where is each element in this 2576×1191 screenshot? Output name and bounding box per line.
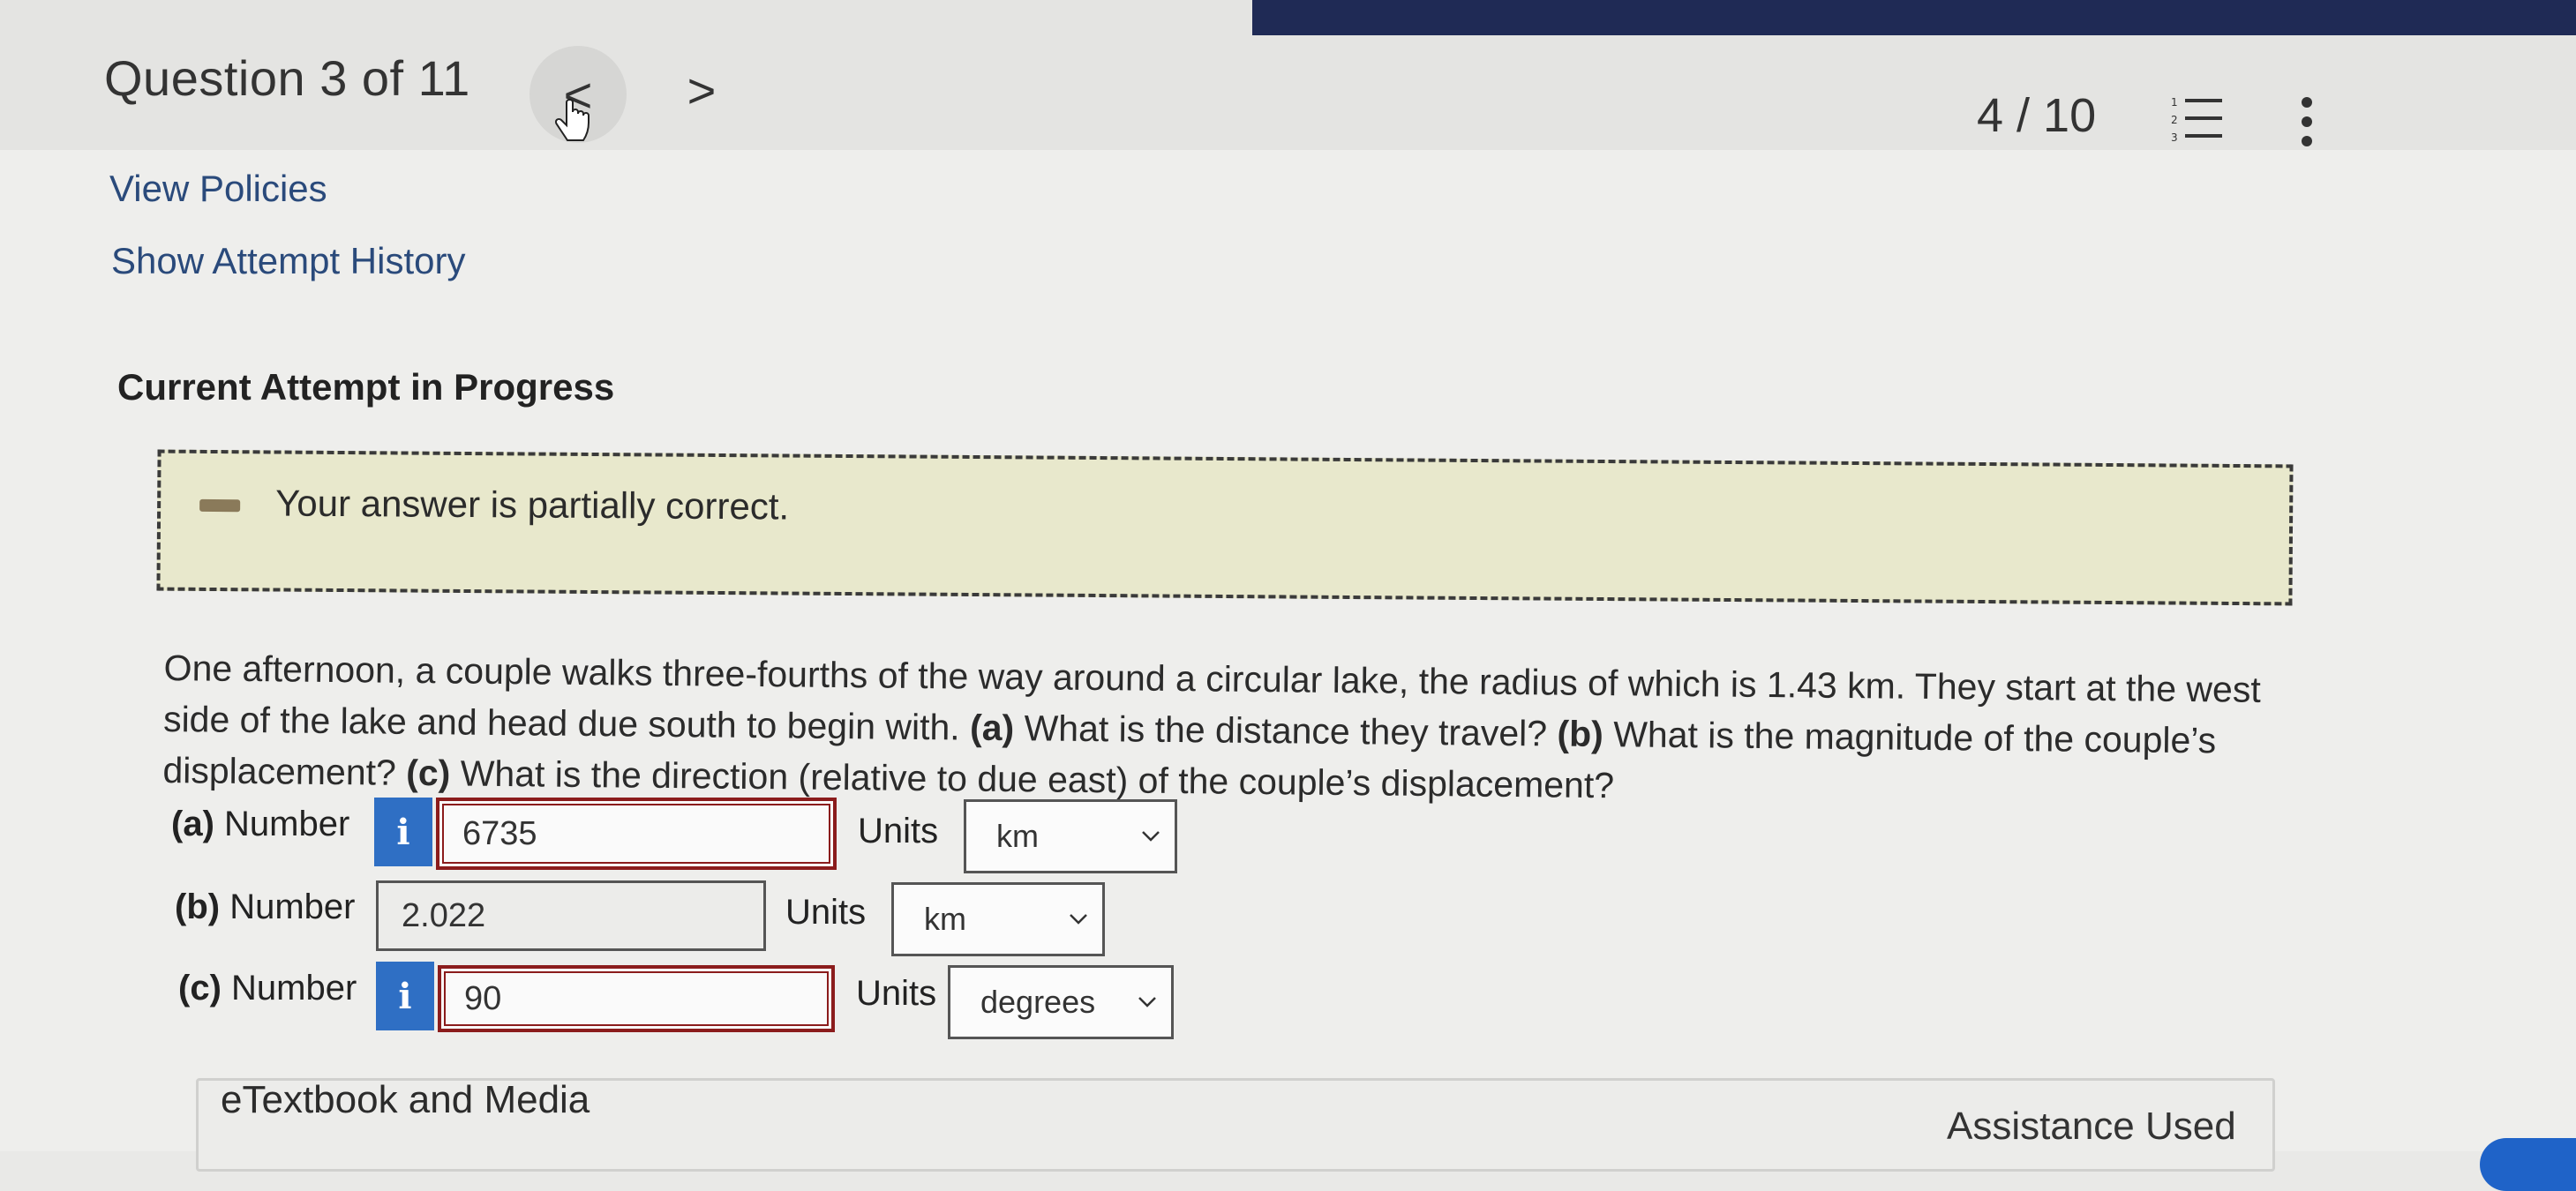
answer-a-units-select[interactable]: km <box>964 799 1177 873</box>
part-a-text: What is the distance they travel? <box>1013 708 1558 754</box>
part-c-tag: (c) <box>406 752 451 794</box>
chevron-down-icon <box>1070 914 1087 925</box>
answer-a-value: 6735 <box>462 814 537 852</box>
answer-b-input[interactable]: 2.022 <box>376 880 766 951</box>
question-text: One afternoon, a couple walks three-four… <box>162 642 2282 818</box>
assistance-used-label: Assistance Used <box>1947 1105 2236 1148</box>
answer-b-number-label: Number <box>229 888 356 926</box>
answer-b-units-label: Units <box>785 893 867 932</box>
score-display: 4 / 10 <box>1977 89 2097 142</box>
svg-text:1: 1 <box>2171 96 2178 109</box>
chevron-right-icon: > <box>687 62 717 118</box>
answer-c-input[interactable]: 90 <box>438 965 835 1032</box>
show-attempt-history-link[interactable]: Show Attempt History <box>111 240 465 282</box>
answer-a-input[interactable]: 6735 <box>436 798 837 870</box>
answer-a-label: (a) Number <box>171 805 349 844</box>
answer-b-unit-value: km <box>924 901 966 937</box>
answer-a-number-label: Number <box>224 805 350 843</box>
info-icon: i <box>396 811 410 853</box>
answer-a-unit-value: km <box>996 818 1039 854</box>
answer-c-value: 90 <box>464 979 502 1017</box>
top-nav-band <box>1252 0 2576 35</box>
info-icon: i <box>398 975 412 1017</box>
question-title: Question 3 of 11 <box>104 50 470 106</box>
view-policies-link[interactable]: View Policies <box>109 168 327 210</box>
answer-c-number-label: Number <box>231 969 357 1007</box>
answer-b-tag: (b) <box>175 888 221 926</box>
attempt-heading: Current Attempt in Progress <box>117 366 615 408</box>
answer-a-units-label: Units <box>858 812 939 850</box>
chevron-down-icon <box>1142 831 1160 842</box>
answer-b-label: (b) Number <box>175 888 355 927</box>
answer-c-units-select[interactable]: degrees <box>948 965 1174 1039</box>
help-button[interactable] <box>2480 1138 2576 1191</box>
answer-b-units-select[interactable]: km <box>891 882 1105 956</box>
partial-correct-icon <box>199 498 241 513</box>
part-b-tag: (b) <box>1557 713 1604 755</box>
hand-cursor-icon <box>554 99 590 141</box>
numbered-list-icon[interactable]: 1 2 3 <box>2169 94 2226 145</box>
feedback-banner: Your answer is partially correct. <box>156 449 2294 606</box>
vertical-ellipsis-icon[interactable] <box>2291 95 2323 148</box>
next-question-button[interactable]: > <box>671 55 732 125</box>
chevron-down-icon <box>1138 997 1156 1007</box>
answer-c-unit-value: degrees <box>980 984 1096 1020</box>
answer-a-tag: (a) <box>171 805 214 843</box>
svg-text:3: 3 <box>2171 131 2178 144</box>
answer-c-units-label: Units <box>856 974 937 1013</box>
answer-c-tag: (c) <box>178 969 222 1007</box>
part-a-tag: (a) <box>969 707 1015 749</box>
svg-text:2: 2 <box>2171 114 2178 126</box>
etextbook-media-label[interactable]: eTextbook and Media <box>221 1078 590 1122</box>
answer-c-info-button[interactable]: i <box>376 962 434 1030</box>
answer-a-info-button[interactable]: i <box>374 798 432 866</box>
answer-c-label: (c) Number <box>178 969 357 1008</box>
answer-b-value: 2.022 <box>402 896 486 934</box>
feedback-text: Your answer is partially correct. <box>275 482 790 528</box>
